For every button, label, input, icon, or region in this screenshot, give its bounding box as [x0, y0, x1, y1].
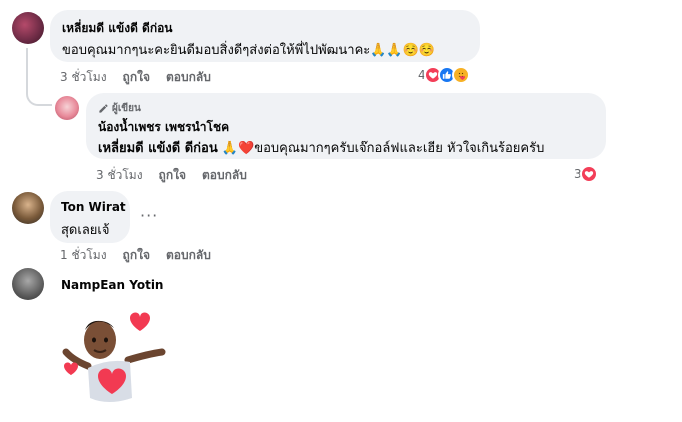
reaction-summary[interactable]: 4 — [418, 66, 470, 84]
pencil-icon — [99, 104, 108, 113]
comment-bubble: เหลี่ยมดี แข้งดี ดีก่อน ขอบคุณมากๆนะคะยิ… — [50, 10, 480, 62]
reaction-summary[interactable]: 3 — [574, 165, 598, 183]
like-button[interactable]: ถูกใจ — [123, 246, 150, 265]
comment-text: สุดเลยเจ้ — [61, 223, 110, 238]
comment-actions: 3 ชั่วโมง ถูกใจ ตอบกลับ — [96, 166, 247, 185]
comment-author[interactable]: Ton Wirat — [61, 200, 126, 214]
comment-time[interactable]: 3 ชั่วโมง — [96, 166, 143, 185]
like-button[interactable]: ถูกใจ — [123, 68, 150, 87]
avatar[interactable] — [12, 12, 44, 44]
reply-thread-line — [26, 48, 52, 106]
author-badge: ผู้เขียน — [98, 101, 141, 116]
avatar[interactable] — [55, 96, 79, 120]
comment-author[interactable]: น้องน้ำเพชร เพชรนำโชค — [98, 118, 229, 137]
like-button[interactable]: ถูกใจ — [159, 166, 186, 185]
comment-author[interactable]: NampEan Yotin — [61, 278, 163, 292]
comment-bubble: Ton Wirat สุดเลยเจ้ — [50, 191, 130, 243]
more-options-icon[interactable]: ··· — [140, 206, 158, 225]
avatar[interactable] — [12, 192, 44, 224]
comment-actions: 1 ชั่วโมง ถูกใจ ตอบกลับ — [60, 246, 211, 265]
care-reaction-icon — [451, 66, 470, 84]
comment-time[interactable]: 1 ชั่วโมง — [60, 246, 107, 265]
comment-bubble: ผู้เขียน น้องน้ำเพชร เพชรนำโชค เหลี่ยมดี… — [86, 93, 606, 159]
author-badge-label: ผู้เขียน — [112, 103, 141, 114]
comment-text: 🙏❤️ขอบคุณมากๆครับเจ๊กอล์ฟและเฮีย หัวใจเก… — [217, 141, 545, 156]
love-sticker[interactable] — [58, 306, 170, 410]
avatar[interactable] — [12, 268, 44, 300]
reply-button[interactable]: ตอบกลับ — [166, 246, 211, 265]
comment-text: ขอบคุณมากๆนะคะยินดีมอบสิ่งดีๆส่งต่อให้พี… — [62, 43, 435, 58]
mention-link[interactable]: เหลี่ยมดี แข้งดี ดีก่อน — [98, 141, 218, 156]
comment-author[interactable]: เหลี่ยมดี แข้งดี ดีก่อน — [62, 19, 173, 38]
comment-time[interactable]: 3 ชั่วโมง — [60, 68, 107, 87]
reply-button[interactable]: ตอบกลับ — [166, 68, 211, 87]
comment-text-line: เหลี่ยมดี แข้งดี ดีก่อน 🙏❤️ขอบคุณมากๆครั… — [98, 137, 544, 158]
comment-actions: 3 ชั่วโมง ถูกใจ ตอบกลับ — [60, 68, 211, 87]
reply-button[interactable]: ตอบกลับ — [202, 166, 247, 185]
love-reaction-icon — [579, 165, 598, 183]
